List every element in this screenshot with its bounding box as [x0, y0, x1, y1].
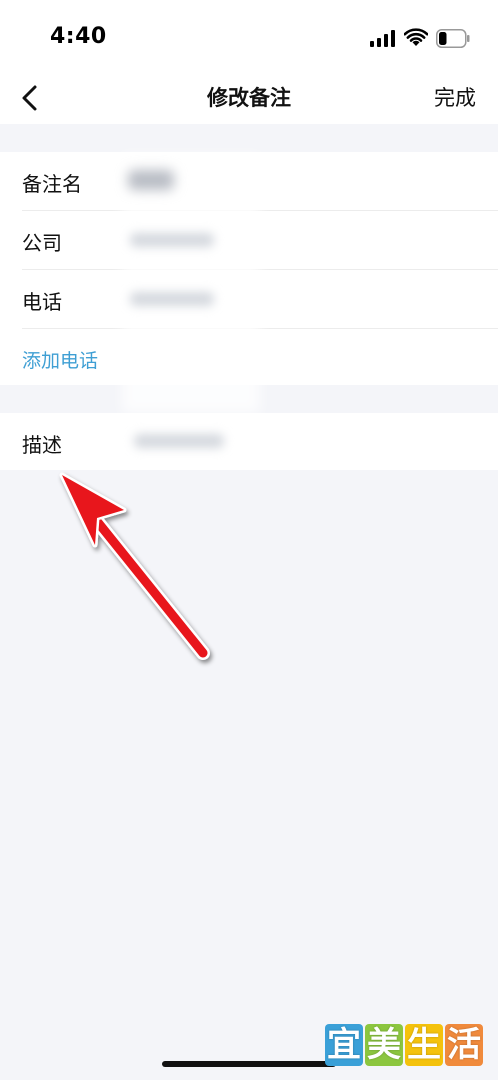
nav-bar: 修改备注 完成: [0, 72, 498, 124]
wifi-icon: [404, 28, 428, 46]
done-button[interactable]: 完成: [434, 82, 476, 112]
watermark-char: 宜: [325, 1024, 363, 1066]
add-phone-button[interactable]: 添加电话: [22, 346, 98, 373]
redaction-blur: [122, 155, 260, 413]
home-indicator[interactable]: [162, 1061, 336, 1067]
status-bar: 4:40: [0, 0, 498, 72]
redaction-blur-description: [134, 434, 224, 448]
watermark-char: 美: [365, 1024, 403, 1066]
phone-label: 电话: [22, 290, 62, 314]
status-time: 4:40: [50, 24, 107, 49]
annotation-arrow-icon: [59, 472, 210, 660]
cellular-signal-icon: [370, 30, 396, 47]
redaction-blur-company: [130, 233, 214, 247]
redaction-blur-phone: [130, 292, 214, 306]
company-row[interactable]: 公司: [22, 211, 498, 270]
remark-name-row[interactable]: 备注名: [22, 152, 498, 211]
description-label: 描述: [22, 433, 62, 457]
watermark-char: 活: [445, 1024, 483, 1066]
add-phone-row[interactable]: 添加电话: [22, 329, 498, 387]
battery-icon: [436, 29, 470, 48]
page-title: 修改备注: [207, 86, 291, 110]
watermark-logo: 宜 美 生 活: [325, 1022, 485, 1070]
company-label: 公司: [22, 231, 62, 255]
redaction-blur-name: [128, 170, 174, 190]
watermark-char: 生: [405, 1024, 443, 1066]
remark-name-label: 备注名: [22, 172, 82, 196]
phone-row[interactable]: 电话: [22, 270, 498, 329]
